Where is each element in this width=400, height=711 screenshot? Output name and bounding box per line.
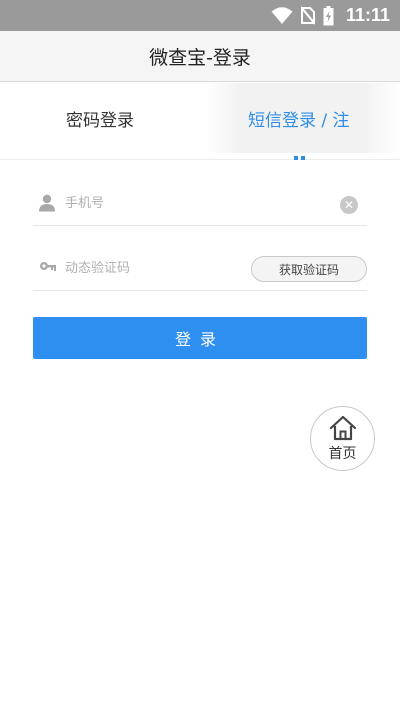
login-button[interactable]: 登录	[33, 317, 367, 359]
active-tab-indicator	[294, 156, 305, 160]
home-button[interactable]: 首页	[310, 406, 375, 471]
tab-sms-login[interactable]: 短信登录 / 注	[205, 83, 400, 153]
no-sim-icon	[300, 6, 315, 25]
wifi-icon	[271, 6, 293, 25]
login-screen: 11:11 微查宝-登录 密码登录 短信登录 / 注 ✕ 获取验证码 登录 首页	[0, 0, 400, 711]
tab-password-login-label: 密码登录	[66, 110, 134, 131]
home-label: 首页	[328, 445, 357, 462]
home-icon	[329, 415, 357, 443]
clear-icon[interactable]: ✕	[340, 196, 358, 214]
phone-input[interactable]	[65, 193, 265, 213]
user-icon	[39, 194, 55, 212]
verification-code-input[interactable]	[65, 258, 265, 278]
login-tabs: 密码登录 短信登录 / 注	[0, 83, 400, 160]
get-code-button[interactable]: 获取验证码	[251, 256, 367, 282]
tab-sms-login-label: 短信登录 / 注	[248, 110, 350, 131]
title-bar: 微查宝-登录	[0, 31, 400, 82]
status-icons: 11:11	[271, 0, 390, 31]
phone-field: ✕	[33, 181, 367, 226]
page-title: 微查宝-登录	[149, 46, 251, 69]
status-time: 11:11	[345, 5, 390, 25]
tab-password-login[interactable]: 密码登录	[66, 83, 134, 153]
status-bar: 11:11	[0, 0, 400, 31]
key-icon	[39, 259, 56, 277]
battery-charging-icon	[323, 5, 334, 26]
verification-code-field: 获取验证码	[33, 246, 367, 291]
